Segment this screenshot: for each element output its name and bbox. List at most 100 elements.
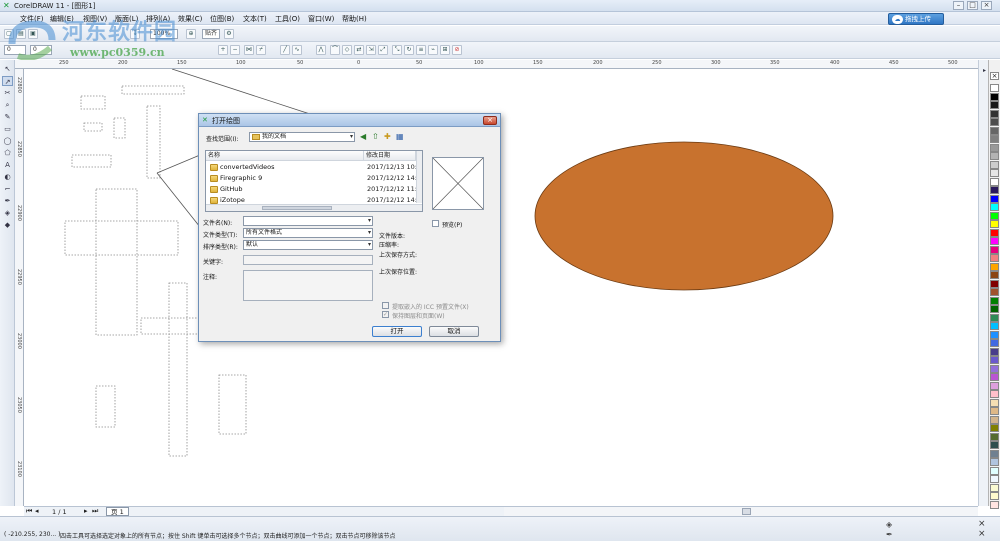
new-folder-icon[interactable]: ✚	[384, 132, 391, 141]
menu-tools[interactable]: 工具(O)	[275, 14, 300, 24]
scroll-thumb[interactable]	[742, 508, 751, 515]
palette-swatch[interactable]	[990, 84, 999, 92]
shape-tool-icon[interactable]: ↗	[2, 76, 13, 86]
palette-swatch[interactable]	[990, 211, 999, 220]
palette-swatch[interactable]	[990, 118, 999, 126]
menu-help[interactable]: 帮助(H)	[342, 14, 367, 24]
vertical-scrollbar[interactable]	[416, 151, 422, 203]
palette-swatch[interactable]	[990, 288, 999, 296]
extract-subpath-icon[interactable]: ⤢	[378, 45, 388, 55]
no-color-swatch-icon[interactable]: ×	[990, 72, 999, 80]
delete-node-icon[interactable]: −	[230, 45, 240, 55]
palette-swatch[interactable]	[990, 339, 999, 347]
horizontal-list-scrollbar[interactable]	[206, 204, 422, 211]
palette-swatch[interactable]	[990, 101, 999, 109]
palette-swatch[interactable]	[990, 262, 999, 271]
palette-swatch[interactable]	[990, 424, 999, 432]
zoom-tool-icon[interactable]: ⌕	[2, 100, 13, 110]
cloud-upload-button[interactable]: ☁ 拖拽上传	[888, 13, 944, 25]
palette-swatch[interactable]	[990, 135, 999, 143]
palette-swatch[interactable]	[990, 441, 999, 449]
freehand-tool-icon[interactable]: ✎	[2, 112, 13, 122]
symmetric-node-icon[interactable]: ◇	[342, 45, 352, 55]
palette-swatch[interactable]	[990, 458, 999, 466]
join-nodes-icon[interactable]: ⋈	[244, 45, 254, 55]
minimize-button[interactable]: –	[953, 1, 964, 10]
palette-swatch[interactable]	[990, 347, 999, 356]
align-nodes-icon[interactable]: ≡	[416, 45, 426, 55]
dialog-close-button[interactable]: ×	[483, 116, 497, 125]
maximize-button[interactable]: □	[967, 1, 978, 10]
file-row[interactable]: convertedVideos 2017/12/13 10:	[206, 162, 417, 173]
to-curve-icon[interactable]: ∿	[292, 45, 302, 55]
palette-swatch[interactable]	[990, 194, 999, 203]
horizontal-ruler[interactable]: 250 200 150 100 50 0 50 100 150 200 250 …	[15, 60, 978, 69]
menu-window[interactable]: 窗口(W)	[308, 14, 334, 24]
palette-swatch[interactable]	[990, 228, 999, 237]
palette-swatch[interactable]	[990, 237, 999, 245]
pick-tool-icon[interactable]: ↖	[2, 64, 13, 74]
rectangle-tool-icon[interactable]: ▭	[2, 124, 13, 134]
palette-swatch[interactable]	[990, 220, 999, 228]
palette-swatch[interactable]	[990, 126, 999, 135]
last-page-icon[interactable]: ⏭	[92, 507, 98, 516]
select-all-nodes-icon[interactable]: ⊞	[440, 45, 450, 55]
palette-swatch[interactable]	[990, 92, 999, 101]
file-name-input[interactable]: ▾	[243, 216, 373, 226]
cusp-node-icon[interactable]: ⋀	[316, 45, 326, 55]
palette-swatch[interactable]	[990, 475, 999, 483]
close-button[interactable]: ×	[981, 1, 992, 10]
eyedropper-tool-icon[interactable]: ⌐	[2, 184, 13, 194]
palette-swatch[interactable]	[990, 322, 999, 330]
palette-swatch[interactable]	[990, 407, 999, 415]
palette-swatch[interactable]	[990, 203, 999, 211]
look-in-dropdown[interactable]: 我的文档 ▾	[249, 132, 355, 142]
palette-swatch[interactable]	[990, 169, 999, 177]
list-scroll-thumb[interactable]	[262, 206, 332, 210]
palette-swatch[interactable]	[990, 466, 999, 475]
palette-swatch[interactable]	[990, 305, 999, 313]
rotate-nodes-icon[interactable]: ↻	[404, 45, 414, 55]
palette-swatch[interactable]	[990, 279, 999, 288]
vertical-ruler[interactable]: 22800 22850 22900 22950 23000 23050 2310…	[15, 69, 24, 506]
text-tool-icon[interactable]: A	[2, 160, 13, 170]
palette-swatch[interactable]	[990, 390, 999, 398]
palette-swatch[interactable]	[990, 160, 999, 169]
palette-swatch[interactable]	[990, 152, 999, 160]
extend-curve-icon[interactable]: ⇲	[366, 45, 376, 55]
polygon-tool-icon[interactable]: ⬠	[2, 148, 13, 158]
options-icon[interactable]: ⚙	[224, 29, 234, 39]
palette-swatch[interactable]	[990, 432, 999, 441]
smooth-node-icon[interactable]: ⌒	[330, 45, 340, 55]
page-tab[interactable]: 页 1	[106, 507, 129, 516]
palette-swatch[interactable]	[990, 254, 999, 262]
palette-swatch[interactable]	[990, 364, 999, 373]
drawing-canvas[interactable]	[24, 69, 978, 506]
keyword-input[interactable]	[243, 255, 373, 265]
prev-page-icon[interactable]: ◂	[35, 507, 39, 515]
interactive-blend-icon[interactable]: ◐	[2, 172, 13, 182]
crop-tool-icon[interactable]: ✂	[2, 88, 13, 98]
palette-swatch[interactable]	[990, 186, 999, 194]
reverse-direction-icon[interactable]: ⇄	[354, 45, 364, 55]
elastic-mode-icon[interactable]: ⌁	[428, 45, 438, 55]
view-menu-icon[interactable]: ▦	[396, 132, 404, 141]
palette-swatch[interactable]	[990, 373, 999, 381]
up-folder-icon[interactable]: ⇧	[372, 132, 379, 141]
palette-swatch[interactable]	[990, 381, 999, 390]
ellipse-tool-icon[interactable]: ◯	[2, 136, 13, 146]
snap-dropdown[interactable]: 贴齐	[202, 29, 220, 39]
preview-checkbox[interactable]	[432, 220, 439, 227]
outline-tool-icon[interactable]: ✒	[2, 196, 13, 206]
cancel-button[interactable]: 取消	[429, 326, 479, 337]
dialog-title-bar[interactable]: ✕ 打开绘图 ×	[199, 114, 500, 127]
interactive-fill-icon[interactable]: ◆	[2, 220, 13, 230]
palette-swatch[interactable]	[990, 245, 999, 254]
file-row[interactable]: GitHub 2017/12/12 11:	[206, 184, 417, 195]
palette-swatch[interactable]	[990, 143, 999, 152]
menu-text[interactable]: 文本(T)	[243, 14, 267, 24]
file-type-dropdown[interactable]: 所有文件格式 ▾	[243, 228, 373, 238]
palette-swatch[interactable]	[990, 296, 999, 305]
palette-swatch[interactable]	[990, 492, 999, 500]
palette-swatch[interactable]	[990, 500, 999, 509]
